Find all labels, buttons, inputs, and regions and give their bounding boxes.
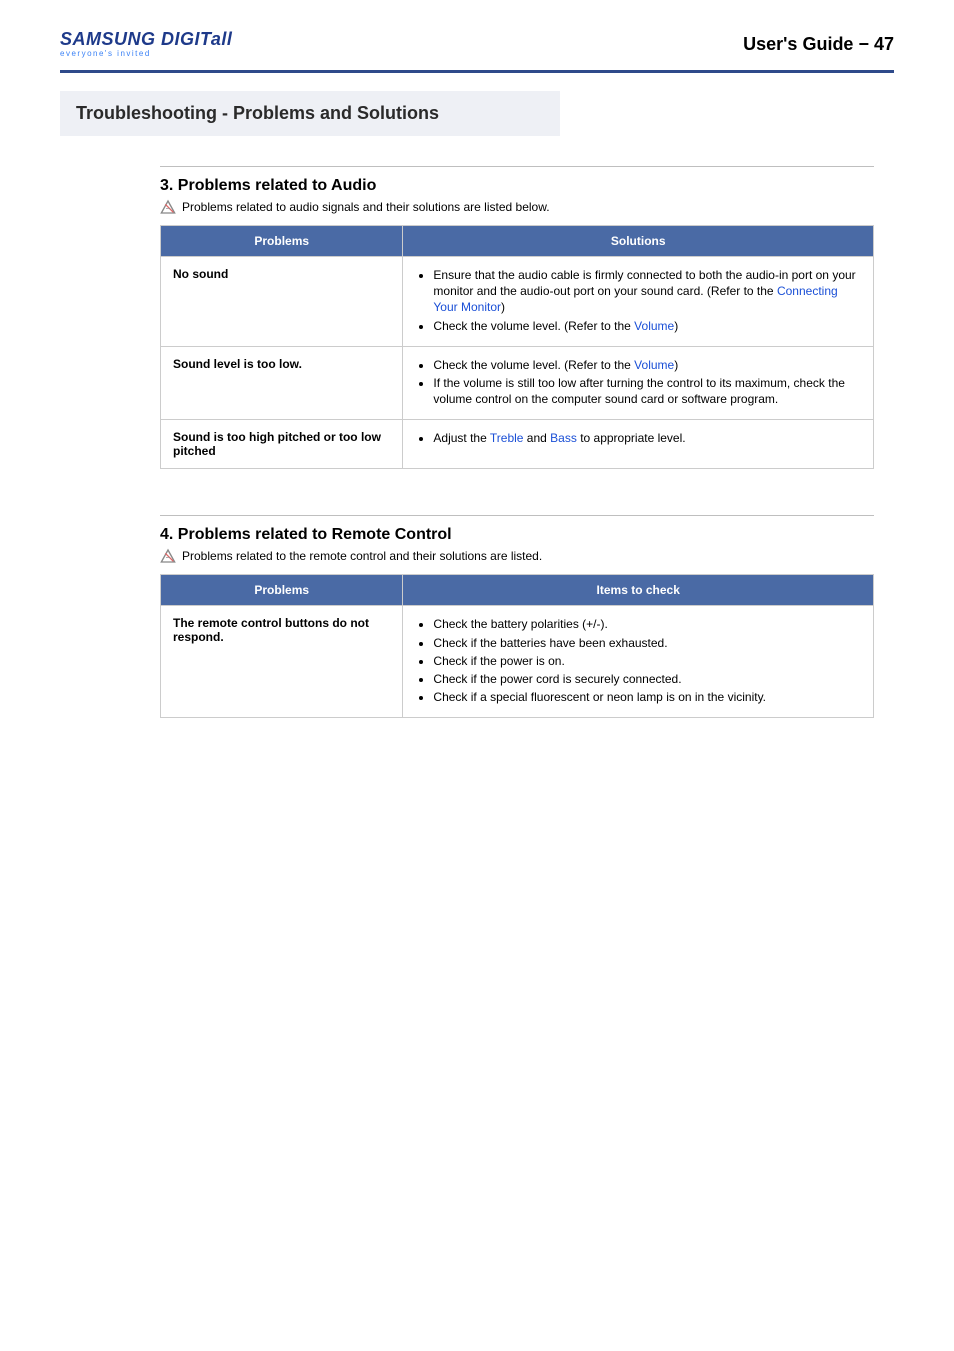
- doc-link[interactable]: Treble: [490, 431, 524, 445]
- doc-link[interactable]: Connecting Your Monitor: [433, 284, 837, 314]
- col-header-solutions: Items to check: [403, 575, 874, 606]
- solution-cell: Check the battery polarities (+/-). Check…: [403, 606, 874, 718]
- section-gap: [160, 469, 874, 497]
- solution-cell: Adjust the Treble and Bass to appropriat…: [403, 420, 874, 469]
- page: SAMSUNG DIGITall everyone's invited User…: [0, 0, 954, 758]
- problem-cell: No sound: [161, 257, 403, 347]
- note-icon: [160, 199, 176, 215]
- content: 3. Problems related to Audio Problems rel…: [160, 166, 874, 718]
- table-row: Sound level is too low. Check the volume …: [161, 346, 874, 420]
- section-heading: 3. Problems related to Audio: [160, 177, 874, 195]
- solution-item: Check if the batteries have been exhaust…: [433, 635, 861, 651]
- header: SAMSUNG DIGITall everyone's invited User…: [60, 30, 894, 66]
- solution-item: Check if a special fluorescent or neon l…: [433, 689, 861, 705]
- problem-cell: Sound level is too low.: [161, 346, 403, 420]
- solution-item: Ensure that the audio cable is firmly co…: [433, 267, 861, 316]
- logo: SAMSUNG DIGITall everyone's invited: [60, 30, 232, 58]
- logo-top: SAMSUNG DIGITall: [60, 30, 232, 48]
- table-row: Sound is too high pitched or too low pit…: [161, 420, 874, 469]
- solution-item: Check the volume level. (Refer to the Vo…: [433, 318, 861, 334]
- title-band-text: Troubleshooting - Problems and Solutions: [76, 103, 439, 123]
- solution-item: Check if the power is on.: [433, 653, 861, 669]
- problem-cell: Sound is too high pitched or too low pit…: [161, 420, 403, 469]
- doc-link[interactable]: Volume: [634, 319, 674, 333]
- solution-item: Check the battery polarities (+/-).: [433, 616, 861, 632]
- solution-item: Adjust the Treble and Bass to appropriat…: [433, 430, 861, 446]
- problems-table: ProblemsSolutionsNo sound Ensure that the…: [160, 225, 874, 469]
- guide-label: User's Guide: [743, 34, 853, 54]
- title-band: Troubleshooting - Problems and Solutions: [60, 91, 560, 136]
- page-number: 47: [874, 34, 894, 54]
- doc-link[interactable]: Bass: [550, 431, 577, 445]
- problems-table: ProblemsItems to checkThe remote control…: [160, 574, 874, 718]
- guide-title: User's Guide − 47: [743, 34, 894, 55]
- section-heading: 4. Problems related to Remote Control: [160, 526, 874, 544]
- section-intro: Problems related to audio signals and th…: [160, 199, 874, 215]
- section-intro-text: Problems related to audio signals and th…: [182, 200, 550, 214]
- section-separator: [160, 515, 874, 516]
- solution-item: Check if the power cord is securely conn…: [433, 671, 861, 687]
- solution-item: Check the volume level. (Refer to the Vo…: [433, 357, 861, 373]
- table-row: The remote control buttons do not respon…: [161, 606, 874, 718]
- col-header-solutions: Solutions: [403, 226, 874, 257]
- solution-item: If the volume is still too low after tur…: [433, 375, 861, 407]
- logo-bottom: everyone's invited: [60, 50, 232, 58]
- section-separator: [160, 166, 874, 167]
- doc-link[interactable]: Volume: [634, 358, 674, 372]
- header-rule: [60, 70, 894, 73]
- note-icon: [160, 548, 176, 564]
- page-sep: −: [853, 34, 874, 54]
- table-row: No sound Ensure that the audio cable is f…: [161, 257, 874, 347]
- col-header-problems: Problems: [161, 226, 403, 257]
- col-header-problems: Problems: [161, 575, 403, 606]
- problem-cell: The remote control buttons do not respon…: [161, 606, 403, 718]
- solution-cell: Ensure that the audio cable is firmly co…: [403, 257, 874, 347]
- section-intro-text: Problems related to the remote control a…: [182, 549, 542, 563]
- section-intro: Problems related to the remote control a…: [160, 548, 874, 564]
- solution-cell: Check the volume level. (Refer to the Vo…: [403, 346, 874, 420]
